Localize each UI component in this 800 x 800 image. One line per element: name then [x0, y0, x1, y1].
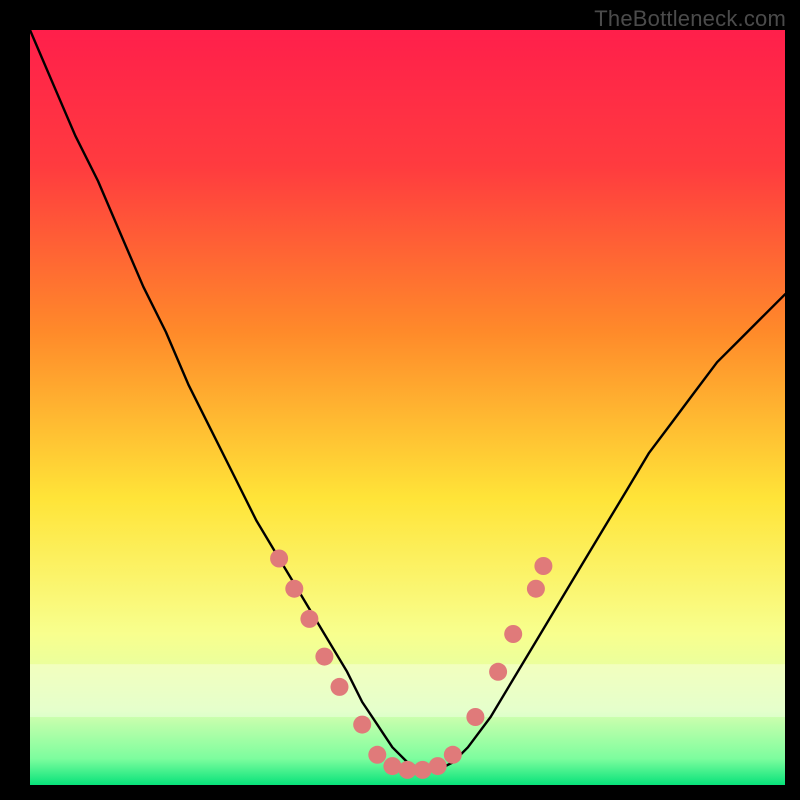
data-marker	[527, 580, 545, 598]
data-marker	[270, 550, 288, 568]
data-marker	[444, 746, 462, 764]
data-marker	[331, 678, 349, 696]
chart-svg	[0, 0, 800, 800]
data-marker	[353, 716, 371, 734]
highlight-band	[30, 664, 785, 717]
data-marker	[429, 757, 447, 775]
data-marker	[489, 663, 507, 681]
data-marker	[285, 580, 303, 598]
data-marker	[466, 708, 484, 726]
data-marker	[300, 610, 318, 628]
data-marker	[414, 761, 432, 779]
data-marker	[383, 757, 401, 775]
data-marker	[504, 625, 522, 643]
watermark-text: TheBottleneck.com	[594, 6, 786, 32]
data-marker	[368, 746, 386, 764]
chart-container: TheBottleneck.com	[0, 0, 800, 800]
data-marker	[534, 557, 552, 575]
data-marker	[315, 648, 333, 666]
